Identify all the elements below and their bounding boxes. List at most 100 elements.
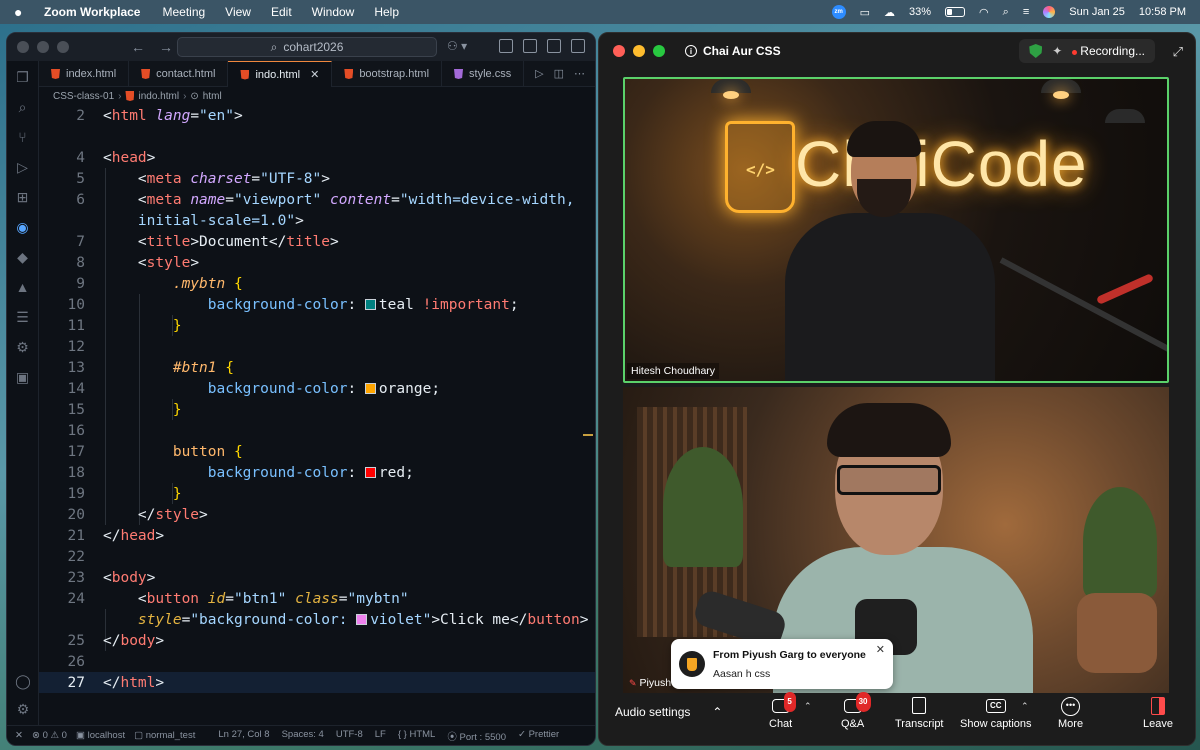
breadcrumb-folder[interactable]: CSS-class-01 (53, 91, 114, 102)
breadcrumb-symbol[interactable]: html (203, 91, 222, 102)
chevron-up-icon[interactable]: ⌃ (712, 705, 722, 719)
transcript-button[interactable]: Transcript (895, 697, 944, 730)
tab-style-css[interactable]: style.css (442, 61, 525, 87)
menu-view[interactable]: View (225, 5, 251, 19)
chat-button[interactable]: 5 Chat (769, 692, 796, 730)
shield-icon[interactable] (1029, 44, 1043, 58)
prettier-indicator[interactable]: ✓ Prettier (518, 729, 559, 743)
back-arrow-icon[interactable]: ← (131, 39, 145, 55)
search-icon[interactable]: ⌕ (15, 99, 31, 115)
recording-indicator[interactable]: ✦ Recording... (1019, 39, 1155, 63)
close-window-button[interactable] (17, 41, 29, 53)
chat-notification[interactable]: From Piyush Garg to everyone Aasan h css… (671, 639, 893, 689)
toggle-primary-sidebar-icon[interactable] (523, 39, 537, 53)
toggle-panel-icon[interactable] (547, 39, 561, 53)
minimize-window-button[interactable] (37, 41, 49, 53)
menubar-date[interactable]: Sun Jan 25 (1069, 6, 1125, 18)
fullscreen-icon[interactable]: ⤢ (1173, 44, 1183, 60)
chevron-up-icon[interactable]: ⌃ (804, 701, 812, 712)
menu-edit[interactable]: Edit (271, 5, 292, 19)
split-editor-icon[interactable]: ◫ (554, 67, 564, 80)
audio-settings-button[interactable]: Audio settings ⌃ (615, 705, 722, 719)
indentation[interactable]: Spaces: 4 (282, 729, 324, 743)
breadcrumb-file[interactable]: indo.html (138, 91, 179, 102)
leave-button[interactable]: Leave (1143, 697, 1173, 730)
run-icon[interactable]: ▷ (535, 67, 543, 80)
apple-menu-icon[interactable]: ● (14, 4, 26, 20)
participant-video-hitesh[interactable]: </> ChaiCode Hitesh Choudhary (623, 77, 1169, 383)
minimize-window-button[interactable] (633, 45, 645, 57)
more-button[interactable]: ••• More (1058, 697, 1083, 730)
extensions-icon[interactable]: ⊞ (15, 189, 31, 205)
package-icon[interactable]: ▣ (15, 369, 31, 385)
spotlight-search-icon[interactable]: ⌕ (1003, 6, 1009, 19)
layout-customize-icon[interactable] (499, 39, 513, 53)
control-center-icon[interactable]: ≡ (1023, 6, 1029, 18)
run-debug-icon[interactable]: ▷ (15, 159, 31, 175)
encoding[interactable]: UTF-8 (336, 729, 363, 743)
tab-contact-html[interactable]: contact.html (129, 61, 229, 87)
weather-icon[interactable]: ☁ (884, 6, 895, 19)
command-center-search[interactable]: ⌕ cohart2026 (177, 37, 437, 57)
code-editor[interactable]: 2 <html lang="en"> 4 <head> 5 <meta charse… (39, 105, 595, 725)
menu-meeting[interactable]: Meeting (162, 5, 205, 19)
code-text: #btn1 { (172, 359, 234, 376)
chevron-right-icon: › (183, 90, 187, 102)
color-swatch-orange[interactable] (364, 382, 376, 394)
token: " (422, 611, 432, 628)
flame-icon[interactable]: ◆ (15, 249, 31, 265)
database-icon[interactable]: ☰ (15, 309, 31, 325)
problems-indicator[interactable]: ⊗ 0 ⚠ 0 (32, 730, 67, 741)
more-actions-icon[interactable]: ⋯ (574, 67, 585, 80)
siri-icon[interactable] (1043, 6, 1056, 18)
account-icon[interactable]: ◯ (15, 673, 31, 689)
meeting-info[interactable]: i Chai Aur CSS (685, 44, 781, 58)
color-swatch-teal[interactable] (364, 298, 376, 310)
remote-indicator-icon[interactable]: ✕ (15, 730, 23, 741)
battery-icon[interactable] (945, 7, 966, 17)
toggle-secondary-sidebar-icon[interactable] (571, 39, 585, 53)
explorer-icon[interactable]: ❐ (15, 69, 31, 85)
live-server-port[interactable]: ⦿ Port : 5500 (447, 729, 506, 743)
remote-explorer-icon[interactable]: ⚙ (15, 339, 31, 355)
settings-gear-icon[interactable]: ⚙ (15, 701, 31, 717)
copilot-icon[interactable]: ⚇ ▾ (447, 39, 467, 53)
token: style (137, 611, 182, 628)
close-window-button[interactable] (613, 45, 625, 57)
neon-sign-text: ChaiCode (795, 128, 1088, 200)
menu-help[interactable]: Help (374, 5, 399, 19)
color-swatch-red[interactable] (364, 466, 376, 478)
info-icon[interactable]: i (685, 45, 697, 57)
token: background-color (207, 380, 348, 397)
chevron-up-icon[interactable]: ⌃ (1021, 701, 1029, 712)
profile-indicator[interactable]: ▢ normal_test (134, 730, 195, 741)
docker-icon[interactable]: ▲ (15, 279, 31, 295)
tab-indo-html[interactable]: indo.html ✕ (228, 61, 333, 87)
code-line: 20 </style> (39, 504, 595, 525)
end-of-line[interactable]: LF (375, 729, 386, 743)
line-number: 2 (76, 107, 85, 124)
source-control-icon[interactable]: ⑂ (15, 129, 31, 145)
display-icon[interactable]: ▭ (860, 6, 870, 19)
ai-companion-icon[interactable]: ✦ (1052, 44, 1062, 58)
token: head (111, 149, 147, 166)
wifi-icon[interactable]: ◠ (979, 6, 989, 19)
tab-actions: ▷ ◫ ⋯ (535, 61, 595, 86)
menu-app-name[interactable]: Zoom Workplace (44, 5, 140, 19)
forward-arrow-icon[interactable]: → (159, 39, 173, 55)
zoom-window-button[interactable] (653, 45, 665, 57)
close-tab-icon[interactable]: ✕ (310, 68, 319, 81)
zoom-window-button[interactable] (57, 41, 69, 53)
zoom-status-icon[interactable]: zm (831, 5, 846, 19)
gitlens-icon[interactable]: ◉ (15, 219, 31, 235)
tab-bootstrap-html[interactable]: bootstrap.html (332, 61, 443, 87)
color-swatch-violet[interactable] (356, 613, 368, 625)
menu-window[interactable]: Window (312, 5, 355, 19)
tab-index-html[interactable]: index.html (39, 61, 130, 87)
close-icon[interactable]: ✕ (876, 643, 885, 656)
language-mode[interactable]: { } HTML (398, 729, 436, 743)
cursor-position[interactable]: Ln 27, Col 8 (218, 729, 269, 743)
menubar-time[interactable]: 10:58 PM (1139, 6, 1186, 18)
host-indicator[interactable]: ▣ localhost (76, 730, 125, 741)
qa-button[interactable]: 30 Q&A (841, 692, 871, 730)
